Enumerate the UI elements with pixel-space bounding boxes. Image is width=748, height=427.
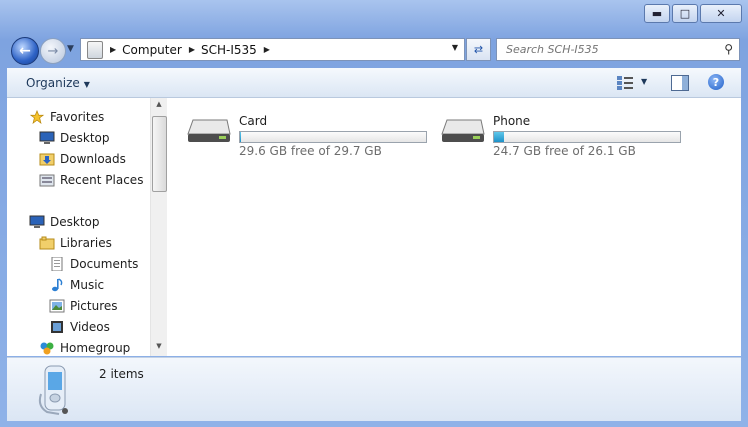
sidebar-item-desktop[interactable]: Desktop bbox=[39, 131, 110, 145]
sidebar-item-recent-places[interactable]: Recent Places bbox=[39, 173, 143, 187]
maximize-button[interactable]: □ bbox=[672, 4, 698, 23]
breadcrumb-device[interactable]: SCH-I535 bbox=[201, 43, 257, 57]
navigation-pane: Favorites Desktop Downloads Recent Place… bbox=[7, 98, 170, 356]
scroll-thumb[interactable] bbox=[152, 116, 167, 192]
recent-places-icon bbox=[39, 174, 55, 187]
drive-card[interactable]: Card 29.6 GB free of 29.7 GB bbox=[187, 104, 437, 164]
back-arrow-icon: ← bbox=[19, 43, 31, 59]
sidebar-item-label: Pictures bbox=[70, 299, 118, 313]
drive-usage-fill bbox=[494, 132, 505, 142]
preview-pane-icon[interactable] bbox=[671, 75, 689, 91]
sidebar-item-label: Recent Places bbox=[60, 173, 144, 187]
chevron-down-icon: ▼ bbox=[83, 80, 90, 89]
drive-usage-bar bbox=[239, 131, 427, 143]
refresh-icon: ⇄ bbox=[473, 43, 484, 56]
sidebar-item-documents[interactable]: Documents bbox=[49, 257, 138, 271]
drive-free-space: 24.7 GB free of 26.1 GB bbox=[493, 144, 636, 158]
minimize-icon: ▬ bbox=[651, 7, 663, 20]
drive-phone[interactable]: Phone 24.7 GB free of 26.1 GB bbox=[441, 104, 691, 164]
homegroup-icon bbox=[40, 342, 54, 355]
item-count: 2 items bbox=[99, 367, 144, 381]
maximize-icon: □ bbox=[679, 7, 691, 20]
removable-drive-icon bbox=[187, 119, 231, 142]
command-bar: Organize ▼ ▼ ? bbox=[7, 68, 741, 98]
videos-icon bbox=[51, 321, 63, 333]
close-button[interactable]: ✕ bbox=[700, 4, 742, 23]
breadcrumb-computer[interactable]: Computer bbox=[122, 43, 182, 57]
drive-usage-fill bbox=[240, 132, 241, 142]
drive-free-space: 29.6 GB free of 29.7 GB bbox=[239, 144, 382, 158]
change-view-icon[interactable] bbox=[616, 75, 634, 91]
sidebar-item-label: Homegroup bbox=[60, 341, 131, 355]
sidebar-favorites[interactable]: Favorites bbox=[29, 110, 104, 124]
sidebar-item-label: Music bbox=[70, 278, 105, 292]
breadcrumb-separator-icon[interactable]: ▶ bbox=[264, 45, 270, 54]
sidebar-item-music[interactable]: Music bbox=[49, 278, 104, 292]
libraries-icon bbox=[39, 236, 55, 250]
documents-icon bbox=[51, 257, 63, 271]
sidebar-item-label: Libraries bbox=[60, 236, 112, 250]
scroll-up-icon[interactable]: ▲ bbox=[151, 100, 167, 112]
sidebar-item-downloads[interactable]: Downloads bbox=[39, 152, 126, 166]
view-options-dropdown[interactable]: ▼ bbox=[641, 77, 647, 86]
address-bar[interactable]: ▶ Computer ▶ SCH-I535 ▶ ▼ bbox=[80, 38, 465, 61]
close-icon: ✕ bbox=[716, 7, 726, 20]
removable-drive-icon bbox=[441, 119, 485, 142]
content-pane: Card 29.6 GB free of 29.7 GB Phone 24.7 … bbox=[169, 98, 741, 356]
sidebar-item-videos[interactable]: Videos bbox=[49, 320, 110, 334]
downloads-folder-icon bbox=[39, 153, 55, 166]
sidebar-item-label: Favorites bbox=[50, 110, 105, 124]
back-button[interactable]: ← bbox=[11, 37, 39, 65]
search-box[interactable]: ⚲ bbox=[496, 38, 740, 61]
drive-name: Phone bbox=[493, 114, 531, 128]
sidebar-item-pictures[interactable]: Pictures bbox=[49, 299, 118, 313]
chevron-down-icon: ▼ bbox=[67, 44, 74, 54]
help-icon[interactable]: ? bbox=[708, 74, 724, 90]
search-input[interactable] bbox=[504, 42, 708, 57]
forward-arrow-icon: → bbox=[47, 43, 59, 59]
star-icon bbox=[29, 110, 45, 124]
sidebar-item-label: Desktop bbox=[50, 215, 100, 229]
organize-label: Organize bbox=[26, 76, 80, 90]
sidebar-item-libraries[interactable]: Libraries bbox=[39, 236, 112, 250]
refresh-button[interactable]: ⇄ bbox=[466, 38, 491, 61]
desktop-icon bbox=[29, 215, 45, 228]
sidebar-item-desktop-root[interactable]: Desktop bbox=[29, 215, 100, 229]
music-icon bbox=[52, 278, 63, 292]
breadcrumb-separator-icon[interactable]: ▶ bbox=[189, 45, 195, 54]
pictures-icon bbox=[49, 299, 65, 313]
search-icon[interactable]: ⚲ bbox=[724, 42, 733, 56]
sidebar-item-label: Documents bbox=[70, 257, 139, 271]
sidebar-item-homegroup[interactable]: Homegroup bbox=[39, 341, 130, 355]
breadcrumb-separator-icon[interactable]: ▶ bbox=[110, 45, 116, 54]
device-icon bbox=[87, 40, 103, 59]
desktop-icon bbox=[39, 131, 55, 144]
drive-name: Card bbox=[239, 114, 268, 128]
drive-usage-bar bbox=[493, 131, 681, 143]
sidebar-item-label: Videos bbox=[70, 320, 110, 334]
details-pane: 2 items bbox=[7, 357, 741, 421]
caption-buttons: ▬ □ ✕ bbox=[644, 4, 742, 23]
scroll-down-icon[interactable]: ▼ bbox=[151, 342, 167, 354]
recent-pages-dropdown[interactable]: ▼ bbox=[67, 44, 74, 54]
sidebar-item-label: Desktop bbox=[60, 131, 110, 145]
phone-device-icon bbox=[38, 365, 68, 415]
minimize-button[interactable]: ▬ bbox=[644, 4, 670, 23]
organize-button[interactable]: Organize ▼ bbox=[26, 76, 90, 90]
address-history-dropdown[interactable]: ▼ bbox=[452, 43, 458, 52]
navigation-scrollbar[interactable]: ▲ ▼ bbox=[150, 98, 167, 356]
forward-button[interactable]: → bbox=[40, 38, 66, 64]
sidebar-item-label: Downloads bbox=[60, 152, 126, 166]
